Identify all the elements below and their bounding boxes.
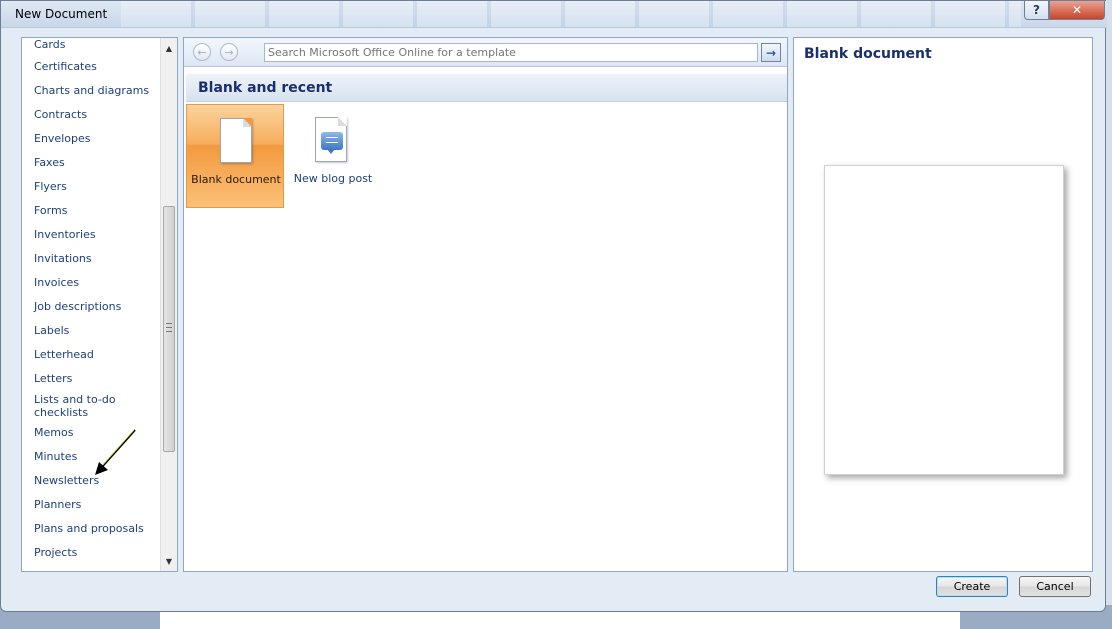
category-item-job-descriptions[interactable]: Job descriptions: [34, 300, 162, 313]
template-panel: ← → → Blank and recent Blank document Ne…: [183, 37, 788, 572]
section-header: Blank and recent: [186, 74, 787, 102]
category-item-invitations[interactable]: Invitations: [34, 252, 162, 265]
category-item-letterhead[interactable]: Letterhead: [34, 348, 162, 361]
window-title: New Document: [15, 7, 108, 21]
annotation-arrow-icon: [95, 429, 136, 475]
scroll-up-icon[interactable]: ▲: [161, 40, 177, 56]
title-bar: New Document ? ✕: [1, 1, 1107, 28]
back-button[interactable]: ←: [193, 43, 211, 61]
category-item-flyers[interactable]: Flyers: [34, 180, 162, 193]
template-tile-blank-document[interactable]: Blank document: [186, 104, 284, 208]
close-icon: ✕: [1071, 3, 1083, 17]
cancel-button[interactable]: Cancel: [1019, 576, 1091, 597]
new-document-dialog: New Document ? ✕ Cards Certificates Char…: [0, 0, 1107, 612]
category-item-envelopes[interactable]: Envelopes: [34, 132, 162, 145]
category-item-projects[interactable]: Projects: [34, 546, 162, 559]
create-button[interactable]: Create: [936, 576, 1008, 597]
forward-button[interactable]: →: [220, 43, 238, 61]
grip-icon: [166, 323, 172, 332]
category-item-inventories[interactable]: Inventories: [34, 228, 162, 241]
category-item-faxes[interactable]: Faxes: [34, 156, 162, 169]
category-list: Cards Certificates Charts and diagrams C…: [21, 37, 178, 572]
category-item-lists-and-to-do-checklists[interactable]: Lists and to-do checklists: [34, 393, 124, 419]
arrow-right-icon: →: [224, 45, 234, 59]
search-bar: ← → →: [184, 38, 787, 67]
category-item-charts-and-diagrams[interactable]: Charts and diagrams: [34, 84, 162, 97]
help-button[interactable]: ?: [1024, 1, 1049, 20]
category-item-cards[interactable]: Cards: [34, 38, 162, 51]
speech-bubble-icon: [321, 132, 343, 154]
ribbon-background: [121, 1, 1021, 27]
template-label: Blank document: [191, 173, 281, 186]
category-item-forms[interactable]: Forms: [34, 204, 162, 217]
scroll-thumb[interactable]: [163, 206, 175, 452]
template-search-input[interactable]: [264, 43, 758, 62]
category-item-letters[interactable]: Letters: [34, 372, 162, 385]
blog-post-icon: [315, 117, 347, 162]
preview-page-thumbnail: [824, 165, 1064, 475]
category-item-plans-and-proposals[interactable]: Plans and proposals: [34, 522, 162, 535]
preview-title: Blank document: [804, 46, 932, 62]
preview-panel: Blank document: [793, 37, 1093, 572]
scroll-down-icon[interactable]: ▼: [161, 553, 177, 569]
arrow-left-icon: ←: [197, 45, 207, 59]
category-item-planners[interactable]: Planners: [34, 498, 162, 511]
category-item-labels[interactable]: Labels: [34, 324, 162, 337]
search-go-button[interactable]: →: [761, 43, 781, 62]
category-scrollbar[interactable]: ▲ ▼: [160, 38, 177, 571]
template-tile-new-blog-post[interactable]: New blog post: [284, 104, 382, 208]
search-go-icon: →: [765, 45, 777, 60]
help-icon: ?: [1033, 3, 1040, 17]
template-label: New blog post: [293, 172, 373, 185]
category-item-invoices[interactable]: Invoices: [34, 276, 162, 289]
category-item-certificates[interactable]: Certificates: [34, 60, 162, 73]
blank-document-icon: [220, 118, 252, 163]
close-button[interactable]: ✕: [1049, 1, 1105, 20]
category-item-contracts[interactable]: Contracts: [34, 108, 162, 121]
